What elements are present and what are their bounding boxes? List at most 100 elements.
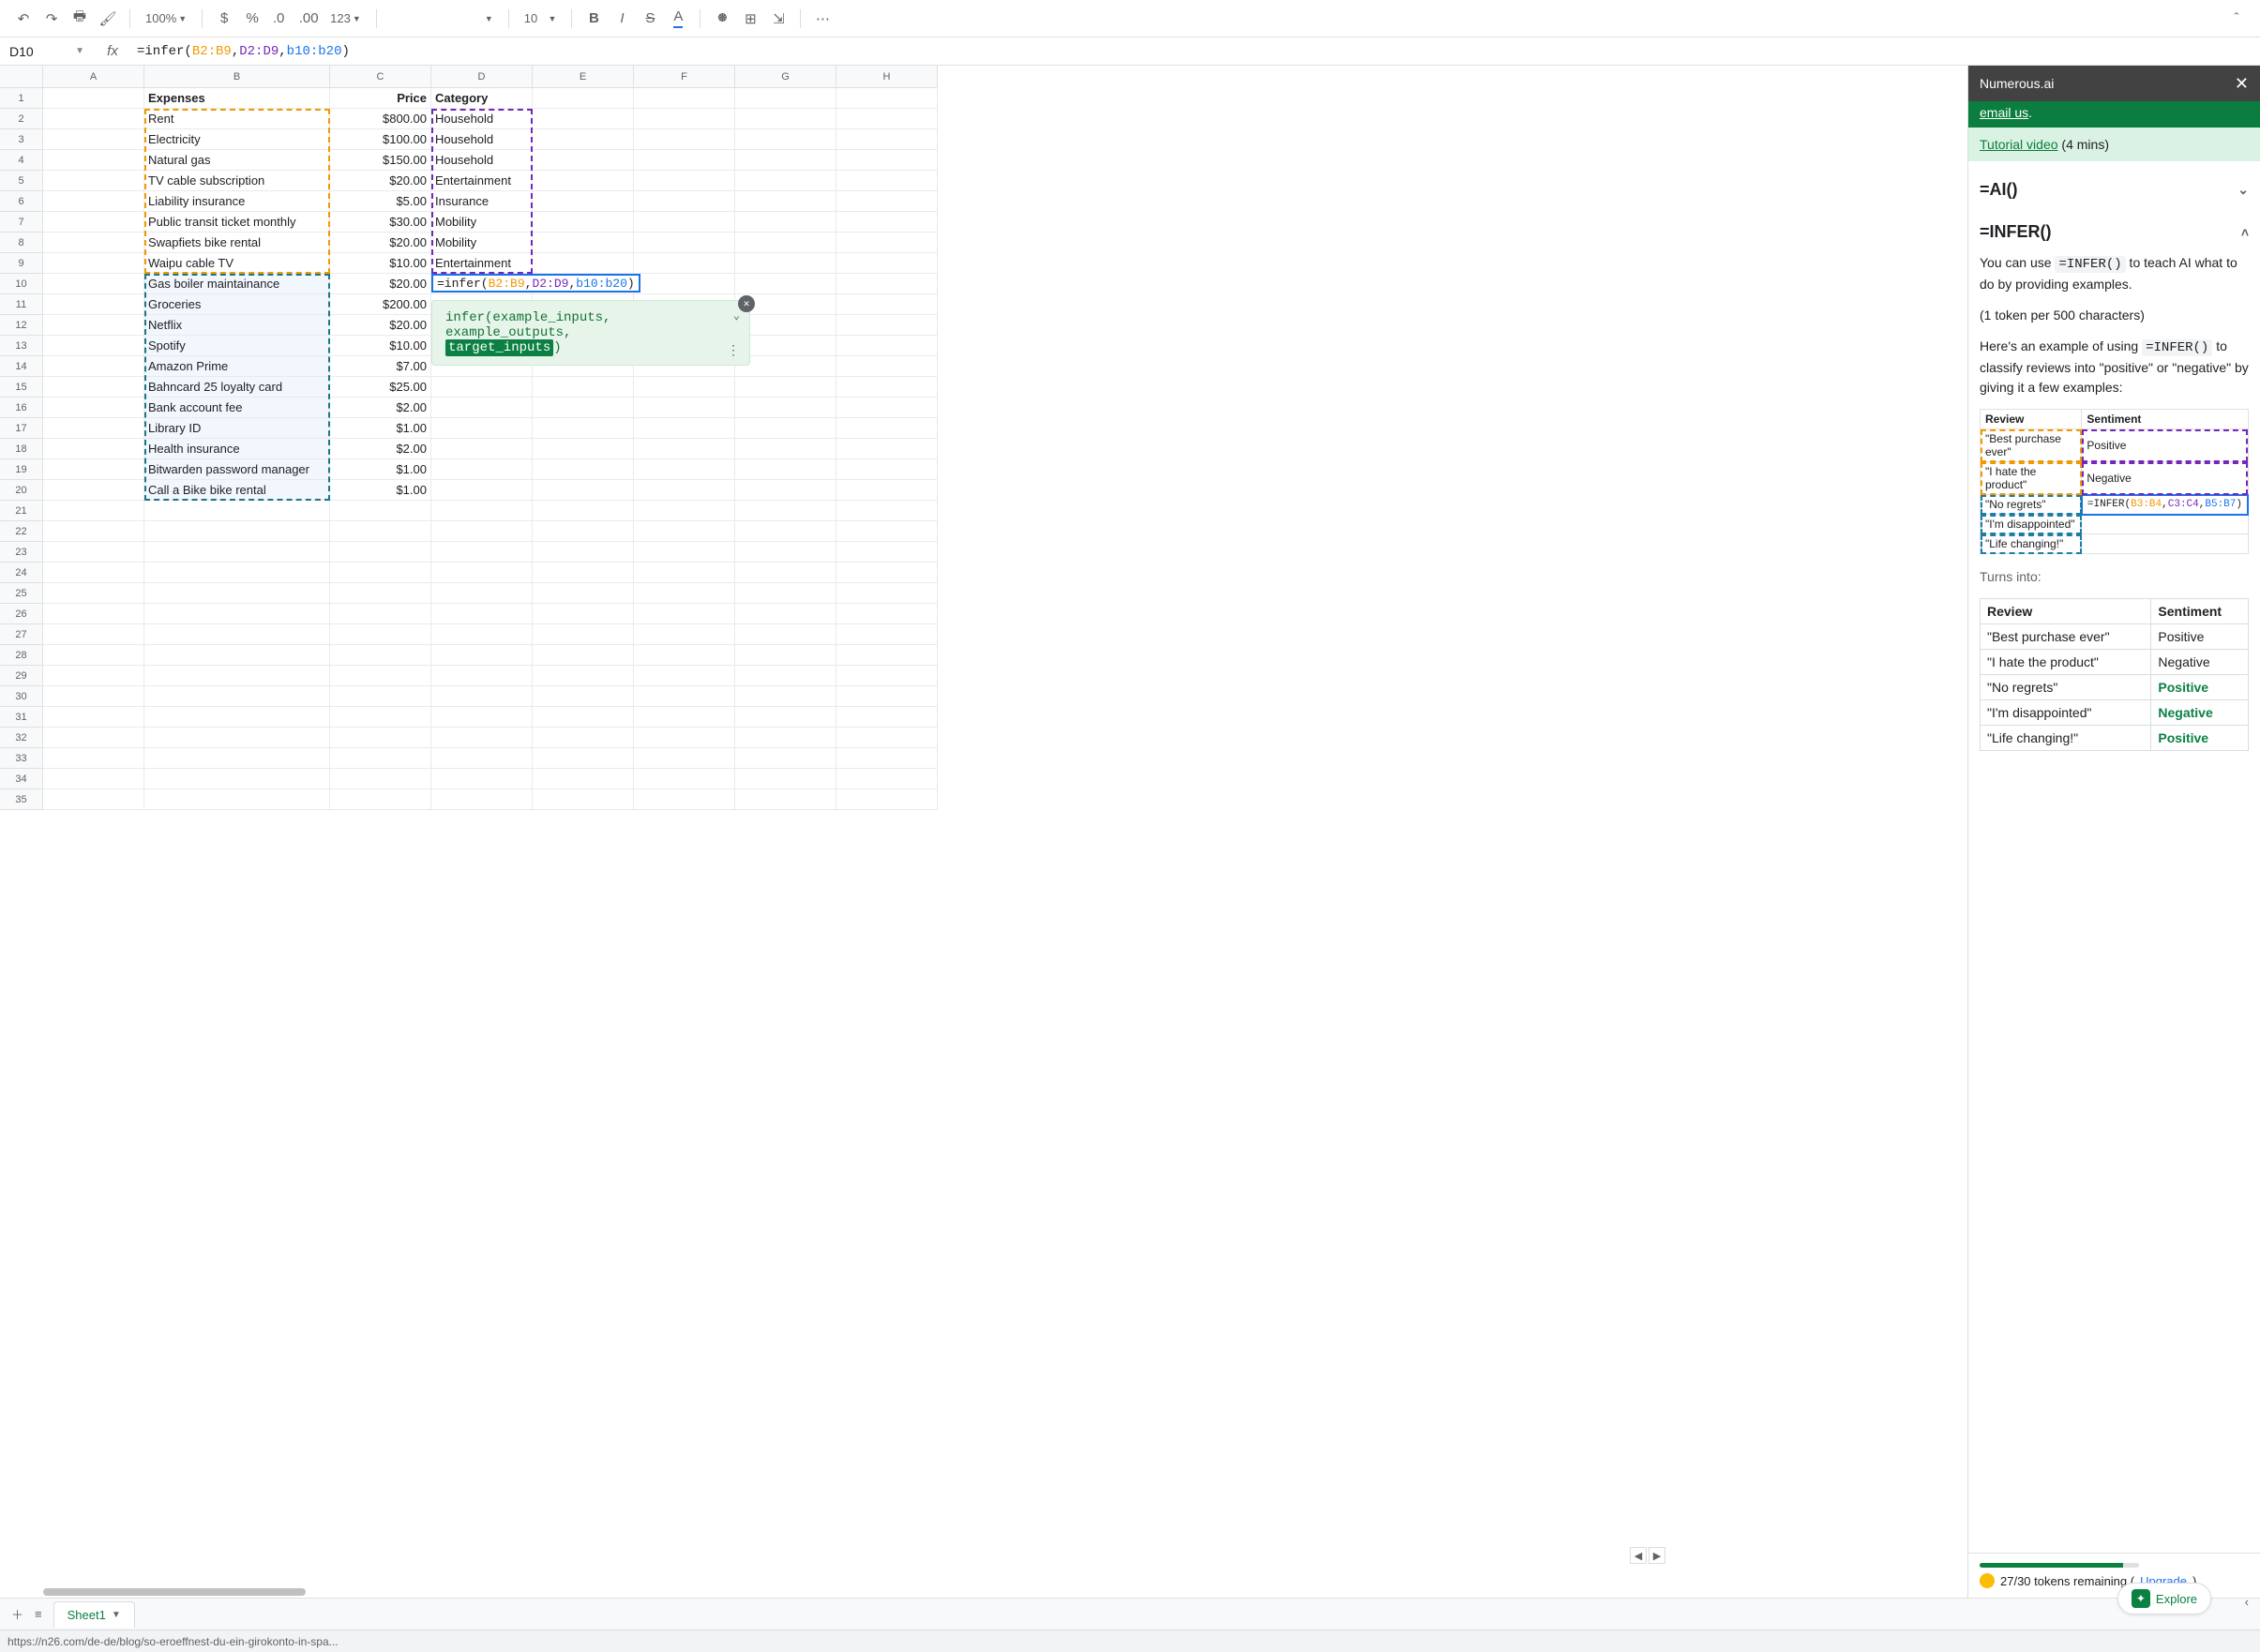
cell[interactable] — [533, 707, 634, 728]
cell[interactable]: $200.00 — [330, 294, 431, 315]
cell[interactable] — [533, 459, 634, 480]
cell[interactable] — [43, 294, 144, 315]
cell[interactable] — [836, 459, 938, 480]
cell[interactable]: Household — [431, 109, 533, 129]
cell[interactable] — [43, 583, 144, 604]
cell[interactable] — [144, 748, 330, 769]
cell[interactable]: $100.00 — [330, 129, 431, 150]
fmt-percent-button[interactable]: % — [240, 7, 264, 31]
font-size-dropdown[interactable]: 10 ▼ — [519, 7, 563, 31]
cell[interactable]: $10.00 — [330, 253, 431, 274]
row-header[interactable]: 28 — [0, 645, 43, 666]
cell[interactable] — [836, 645, 938, 666]
cell[interactable] — [634, 439, 735, 459]
cell[interactable] — [330, 521, 431, 542]
row-header[interactable]: 10 — [0, 274, 43, 294]
cell[interactable] — [43, 171, 144, 191]
cell[interactable] — [836, 789, 938, 810]
cell[interactable] — [43, 109, 144, 129]
cell[interactable] — [330, 728, 431, 748]
font-dropdown[interactable]: ▼ — [386, 7, 499, 31]
row-header[interactable]: 21 — [0, 501, 43, 521]
cell[interactable]: $30.00 — [330, 212, 431, 233]
row-header[interactable]: 29 — [0, 666, 43, 686]
row-header[interactable]: 31 — [0, 707, 43, 728]
cell[interactable] — [533, 129, 634, 150]
cell[interactable]: $1.00 — [330, 459, 431, 480]
cell[interactable] — [634, 583, 735, 604]
cell[interactable] — [634, 88, 735, 109]
cell[interactable] — [43, 418, 144, 439]
cell[interactable] — [330, 769, 431, 789]
more-button[interactable]: ⋯ — [810, 7, 835, 31]
cell[interactable] — [634, 418, 735, 439]
cell[interactable] — [330, 645, 431, 666]
cell[interactable] — [735, 398, 836, 418]
undo-button[interactable]: ↶ — [11, 7, 36, 31]
cell[interactable] — [431, 769, 533, 789]
cell[interactable] — [431, 480, 533, 501]
cell[interactable] — [533, 789, 634, 810]
cell[interactable] — [144, 686, 330, 707]
cell[interactable]: Electricity — [144, 129, 330, 150]
cell[interactable] — [144, 583, 330, 604]
cell[interactable] — [533, 666, 634, 686]
row-header[interactable]: 17 — [0, 418, 43, 439]
cell[interactable] — [533, 418, 634, 439]
cell[interactable]: $25.00 — [330, 377, 431, 398]
cell[interactable] — [43, 686, 144, 707]
cell[interactable] — [144, 501, 330, 521]
side-panel-toggle[interactable]: ‹ — [2245, 1595, 2249, 1609]
cell[interactable] — [43, 604, 144, 624]
cell[interactable] — [43, 769, 144, 789]
cell[interactable] — [735, 129, 836, 150]
cell[interactable] — [735, 150, 836, 171]
row-header[interactable]: 14 — [0, 356, 43, 377]
cell[interactable]: Library ID — [144, 418, 330, 439]
cell[interactable]: $5.00 — [330, 191, 431, 212]
cell[interactable]: Price — [330, 88, 431, 109]
chevron-down-icon[interactable]: ⌄ — [733, 308, 740, 323]
cell[interactable] — [43, 212, 144, 233]
cell[interactable] — [330, 789, 431, 810]
cell[interactable]: $7.00 — [330, 356, 431, 377]
cell[interactable] — [144, 769, 330, 789]
fmt-dec-increase-button[interactable]: .00 — [296, 7, 321, 31]
cell[interactable] — [634, 459, 735, 480]
row-header[interactable]: 27 — [0, 624, 43, 645]
cell[interactable] — [836, 439, 938, 459]
row-header[interactable]: 15 — [0, 377, 43, 398]
cell[interactable] — [431, 459, 533, 480]
cell[interactable] — [634, 501, 735, 521]
cell[interactable] — [735, 748, 836, 769]
cell[interactable]: Call a Bike bike rental — [144, 480, 330, 501]
cell[interactable] — [43, 274, 144, 294]
row-header[interactable]: 33 — [0, 748, 43, 769]
cell[interactable] — [43, 645, 144, 666]
section-infer[interactable]: =INFER()˄ — [1980, 211, 2249, 253]
cell[interactable] — [735, 356, 836, 377]
row-header[interactable]: 24 — [0, 563, 43, 583]
cell[interactable] — [836, 171, 938, 191]
cell[interactable] — [735, 212, 836, 233]
cell[interactable] — [735, 707, 836, 728]
col-header[interactable]: D — [431, 66, 533, 88]
row-header[interactable]: 18 — [0, 439, 43, 459]
row-header[interactable]: 13 — [0, 336, 43, 356]
print-button[interactable]: 🖶 — [68, 7, 92, 31]
cell[interactable]: Netflix — [144, 315, 330, 336]
cell[interactable] — [43, 459, 144, 480]
cell[interactable] — [144, 604, 330, 624]
col-header[interactable]: B — [144, 66, 330, 88]
cell[interactable] — [634, 645, 735, 666]
cell[interactable] — [634, 191, 735, 212]
col-header[interactable]: F — [634, 66, 735, 88]
cell[interactable] — [144, 789, 330, 810]
cell[interactable]: $2.00 — [330, 439, 431, 459]
cell[interactable] — [533, 521, 634, 542]
cell[interactable] — [634, 748, 735, 769]
cell[interactable] — [735, 604, 836, 624]
row-header[interactable]: 11 — [0, 294, 43, 315]
cell[interactable] — [144, 624, 330, 645]
cell[interactable] — [836, 624, 938, 645]
